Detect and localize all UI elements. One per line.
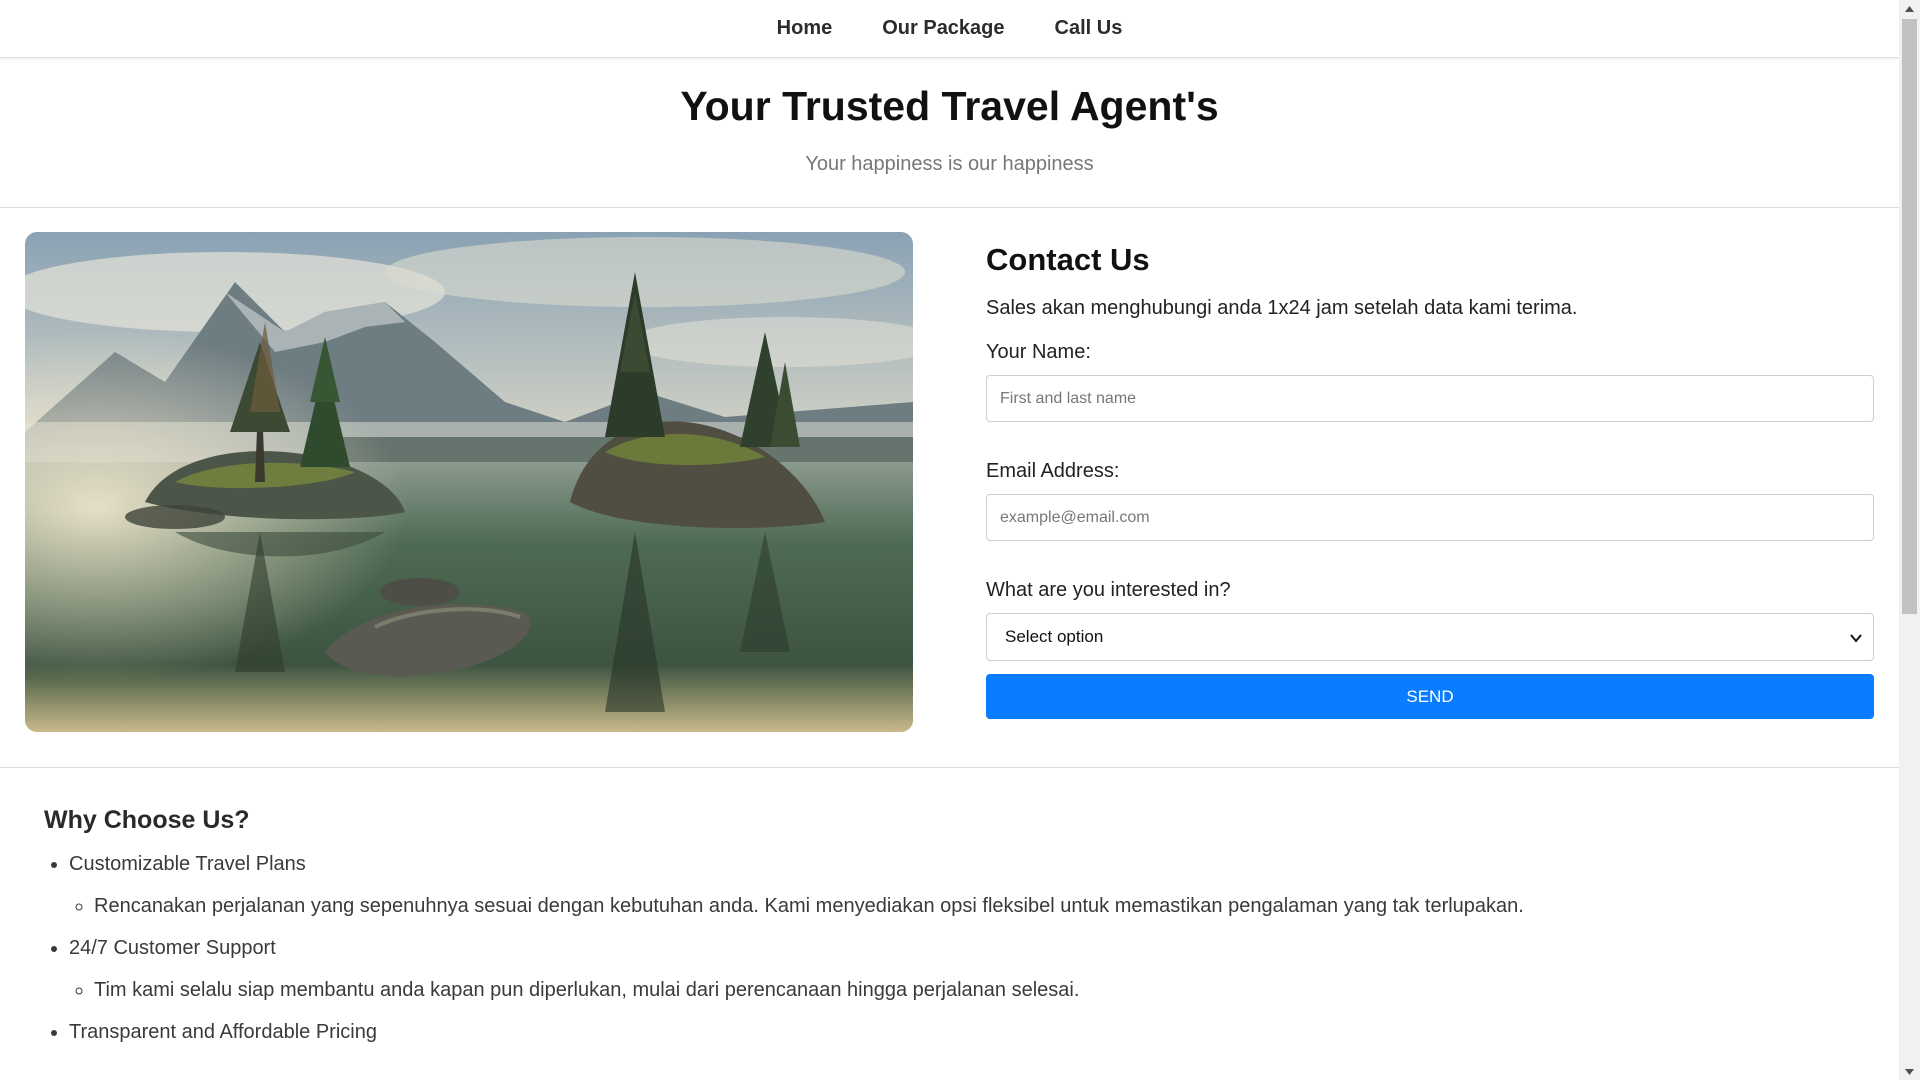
- vertical-scrollbar[interactable]: [1899, 0, 1920, 1080]
- contact-title: Contact Us: [986, 242, 1150, 277]
- interest-label: What are you interested in?: [986, 579, 1231, 601]
- why-item-label: Transparent and Affordable Pricing: [69, 1021, 377, 1043]
- why-list: Customizable Travel Plans Rencanakan per…: [44, 852, 1899, 1044]
- scroll-up-arrow-icon[interactable]: [1899, 0, 1920, 17]
- page-subtitle: Your happiness is our happiness: [805, 153, 1094, 176]
- why-item-label: Customizable Travel Plans: [69, 853, 306, 875]
- landscape-photo: [25, 232, 913, 732]
- page: Home Our Package Call Us Your Trusted Tr…: [0, 0, 1899, 1080]
- list-item-detail: Rencanakan perjalanan yang sepenuhnya se…: [94, 894, 1899, 918]
- contact-form: Contact Us Sales akan menghubungi anda 1…: [986, 232, 1874, 719]
- interest-select[interactable]: Select option: [986, 613, 1874, 661]
- name-label: Your Name:: [986, 341, 1091, 363]
- nav-our-package-link[interactable]: Our Package: [882, 17, 1004, 40]
- list-item-detail: Tim kami selalu siap membantu anda kapan…: [94, 978, 1899, 1002]
- send-button[interactable]: SEND: [986, 674, 1874, 719]
- why-item-label: 24/7 Customer Support: [69, 937, 276, 959]
- hero-section: Your Trusted Travel Agent's Your happine…: [0, 58, 1899, 208]
- nav-call-us-link[interactable]: Call Us: [1055, 17, 1123, 40]
- nav-home-link[interactable]: Home: [777, 17, 833, 40]
- list-item: Transparent and Affordable Pricing: [69, 1020, 1899, 1044]
- scrollbar-thumb[interactable]: [1902, 19, 1917, 614]
- why-choose-section: Why Choose Us? Customizable Travel Plans…: [0, 768, 1899, 1044]
- interest-selected-value: Select option: [1005, 627, 1104, 646]
- contact-lead: Sales akan menghubungi anda 1x24 jam set…: [986, 297, 1578, 319]
- page-title: Your Trusted Travel Agent's: [680, 83, 1219, 129]
- landscape-illustration: [25, 232, 913, 732]
- email-field[interactable]: [986, 494, 1874, 541]
- list-item: 24/7 Customer Support Tim kami selalu si…: [69, 936, 1899, 1002]
- list-item: Customizable Travel Plans Rencanakan per…: [69, 852, 1899, 918]
- top-nav: Home Our Package Call Us: [0, 0, 1899, 58]
- scroll-down-arrow-icon[interactable]: [1899, 1063, 1920, 1080]
- chevron-down-icon: [1849, 630, 1863, 650]
- main-section: Contact Us Sales akan menghubungi anda 1…: [0, 208, 1899, 768]
- why-title: Why Choose Us?: [44, 806, 250, 834]
- name-field[interactable]: [986, 375, 1874, 422]
- email-label: Email Address:: [986, 460, 1120, 482]
